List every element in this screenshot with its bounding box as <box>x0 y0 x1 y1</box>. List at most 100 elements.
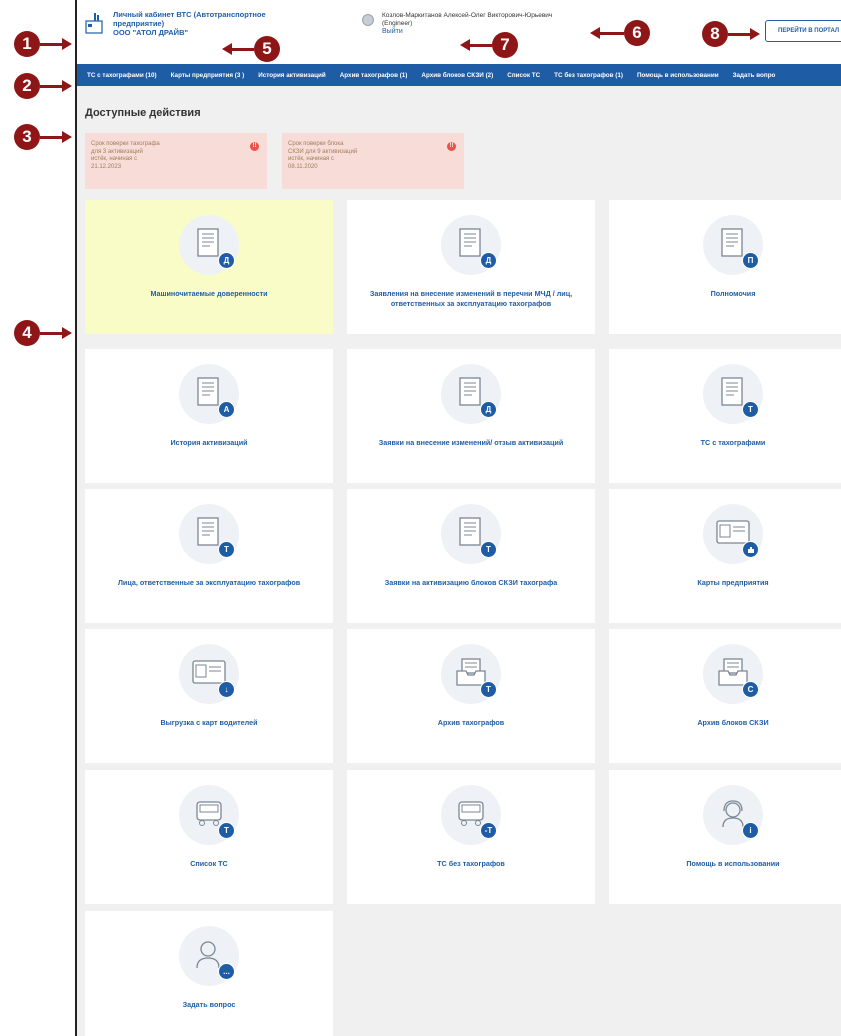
building-icon <box>85 13 103 34</box>
callout-1: 1 <box>14 31 72 57</box>
nav-item-tachograph-archive[interactable]: Архив тахографов (1) <box>340 72 408 79</box>
card-label: История активизаций <box>170 438 248 447</box>
card-badge: Т <box>218 541 235 558</box>
alert-icon: !! <box>250 142 259 151</box>
org-title-line1: Личный кабинет ВТС (Автотранспортное <box>113 10 266 19</box>
card-label: Архив тахографов <box>437 718 505 727</box>
card-label: Машиночитаемые доверенности <box>150 289 268 298</box>
card-label: Выгрузка с карт водителей <box>160 718 258 727</box>
alert-line: Срок поверки блока <box>288 141 344 147</box>
card-badge: Т <box>218 822 235 839</box>
card-icon-container: Т <box>441 504 501 564</box>
action-card[interactable]: Д Машиночитаемые доверенности <box>85 200 333 334</box>
action-card[interactable]: Д Заявки на внесение изменений/ отзыв акт… <box>347 349 595 483</box>
card-label: Заявки на внесение изменений/ отзыв акти… <box>378 438 564 447</box>
nav-item-vehicles-without-tachographs[interactable]: ТС без тахографов (1) <box>554 72 623 79</box>
callout-4: 4 <box>14 320 72 346</box>
portal-button[interactable]: ПЕРЕЙТИ В ПОРТАЛ <box>765 20 841 42</box>
card-badge: -T <box>480 822 497 839</box>
action-card[interactable]: Т Архив тахографов <box>347 629 595 763</box>
card-label: ТС без тахографов <box>437 859 505 868</box>
callout-3: 3 <box>14 124 72 150</box>
alert-skzi-verification[interactable]: Срок поверки блока СКЗИ для 9 активизаци… <box>282 133 464 189</box>
card-icon-container: А <box>179 364 239 424</box>
avatar <box>362 14 374 26</box>
alert-date: 08.11.2020 <box>288 163 318 170</box>
alert-line: истёк, начиная с <box>288 156 334 162</box>
callout-7: 7 <box>460 32 518 58</box>
callout-2: 2 <box>14 73 72 99</box>
card-badge: ↓ <box>218 681 235 698</box>
card-icon-container: С <box>703 644 763 704</box>
card-icon-container: Т <box>703 364 763 424</box>
card-icon-container: Т <box>441 644 501 704</box>
card-icon-container: i <box>703 785 763 845</box>
action-card[interactable]: ... Задать вопрос <box>85 911 333 1036</box>
card-label: Заявки на активизацию блоков СКЗИ тахогр… <box>384 578 558 587</box>
action-card[interactable]: Т Список ТС <box>85 770 333 904</box>
action-card[interactable]: ↓ Выгрузка с карт водителей <box>85 629 333 763</box>
alert-tachograph-verification[interactable]: Срок поверки тахографа для 3 активизаций… <box>85 133 267 189</box>
nav-item-help[interactable]: Помощь в использовании <box>637 72 719 79</box>
nav-item-skzi-archive[interactable]: Архив блоков СКЗИ (2) <box>421 72 493 79</box>
action-card[interactable]: i Помощь в использовании <box>609 770 841 904</box>
card-label: Архив блоков СКЗИ <box>697 718 769 727</box>
action-card[interactable]: П Полномочия <box>609 200 841 334</box>
card-icon-container: Д <box>441 364 501 424</box>
card-badge: Д <box>480 401 497 418</box>
card-label: Карты предприятия <box>697 578 769 587</box>
card-badge: Т <box>480 681 497 698</box>
card-label: Задать вопрос <box>182 1000 236 1009</box>
org-block[interactable]: Личный кабинет ВТС (Автотранспортное пре… <box>85 10 266 37</box>
card-label: Заявления на внесение изменений в перечн… <box>369 289 573 308</box>
alert-line: Срок поверки тахографа <box>91 141 160 147</box>
card-icon-container: ↓ <box>179 644 239 704</box>
alert-line: истёк, начиная с <box>91 156 137 162</box>
app-window: Личный кабинет ВТС (Автотранспортное пре… <box>75 0 841 1036</box>
callout-5: 5 <box>222 36 280 62</box>
action-card[interactable]: Т Заявки на активизацию блоков СКЗИ тахог… <box>347 489 595 623</box>
alert-line: для 3 активизаций <box>91 148 143 155</box>
org-title-line2: предприятие) <box>113 19 165 28</box>
card-icon-container: Т <box>179 785 239 845</box>
card-badge: Д <box>480 252 497 269</box>
card-icon-container: -T <box>441 785 501 845</box>
action-card[interactable]: А История активизаций <box>85 349 333 483</box>
nav-item-activation-history[interactable]: История активизаций <box>258 72 326 79</box>
callout-8: 8 <box>702 21 760 47</box>
card-icon-container: Д <box>441 215 501 275</box>
card-badge: С <box>742 681 759 698</box>
action-card[interactable]: Т Лица, ответственные за эксплуатацию тах… <box>85 489 333 623</box>
card-badge: Т <box>742 401 759 418</box>
action-card[interactable]: Т ТС с тахографами <box>609 349 841 483</box>
card-badge: Т <box>480 541 497 558</box>
alert-line: СКЗИ для 9 активизаций <box>288 148 358 155</box>
alert-date: 21.12.2023 <box>91 163 122 170</box>
card-label: ТС с тахографами <box>700 438 766 447</box>
action-card[interactable]: -T ТС без тахографов <box>347 770 595 904</box>
card-badge: i <box>742 822 759 839</box>
card-icon-container: Д <box>179 215 239 275</box>
card-label: Помощь в использовании <box>686 859 780 868</box>
card-label: Список ТС <box>190 859 228 868</box>
card-icon-container <box>703 504 763 564</box>
callout-6: 6 <box>590 20 650 46</box>
user-block: Козлов-Маркитанов Алексей-Олег Викторови… <box>362 12 552 35</box>
action-card[interactable]: Д Заявления на внесение изменений в переч… <box>347 200 595 334</box>
action-card[interactable]: С Архив блоков СКЗИ <box>609 629 841 763</box>
card-badge: П <box>742 252 759 269</box>
user-role: (Engineer) <box>382 20 413 27</box>
user-name: Козлов-Маркитанов Алексей-Олег Викторови… <box>382 12 553 19</box>
card-label: Лица, ответственные за эксплуатацию тахо… <box>117 578 301 587</box>
card-icon-container: П <box>703 215 763 275</box>
page-title: Доступные действия <box>85 107 201 119</box>
nav-item-vehicles-with-tachographs[interactable]: ТС с тахографами (10) <box>87 72 157 79</box>
nav-item-vehicle-list[interactable]: Список ТС <box>507 72 540 79</box>
card-icon-container: ... <box>179 926 239 986</box>
main-nav: ТС с тахографами (10) Карты предприятия … <box>77 64 841 86</box>
action-card[interactable]: Карты предприятия <box>609 489 841 623</box>
nav-item-ask-question[interactable]: Задать вопро <box>733 72 776 79</box>
nav-item-company-cards[interactable]: Карты предприятия (3 ) <box>171 72 245 79</box>
card-icon-container: Т <box>179 504 239 564</box>
alert-icon: !! <box>447 142 456 151</box>
